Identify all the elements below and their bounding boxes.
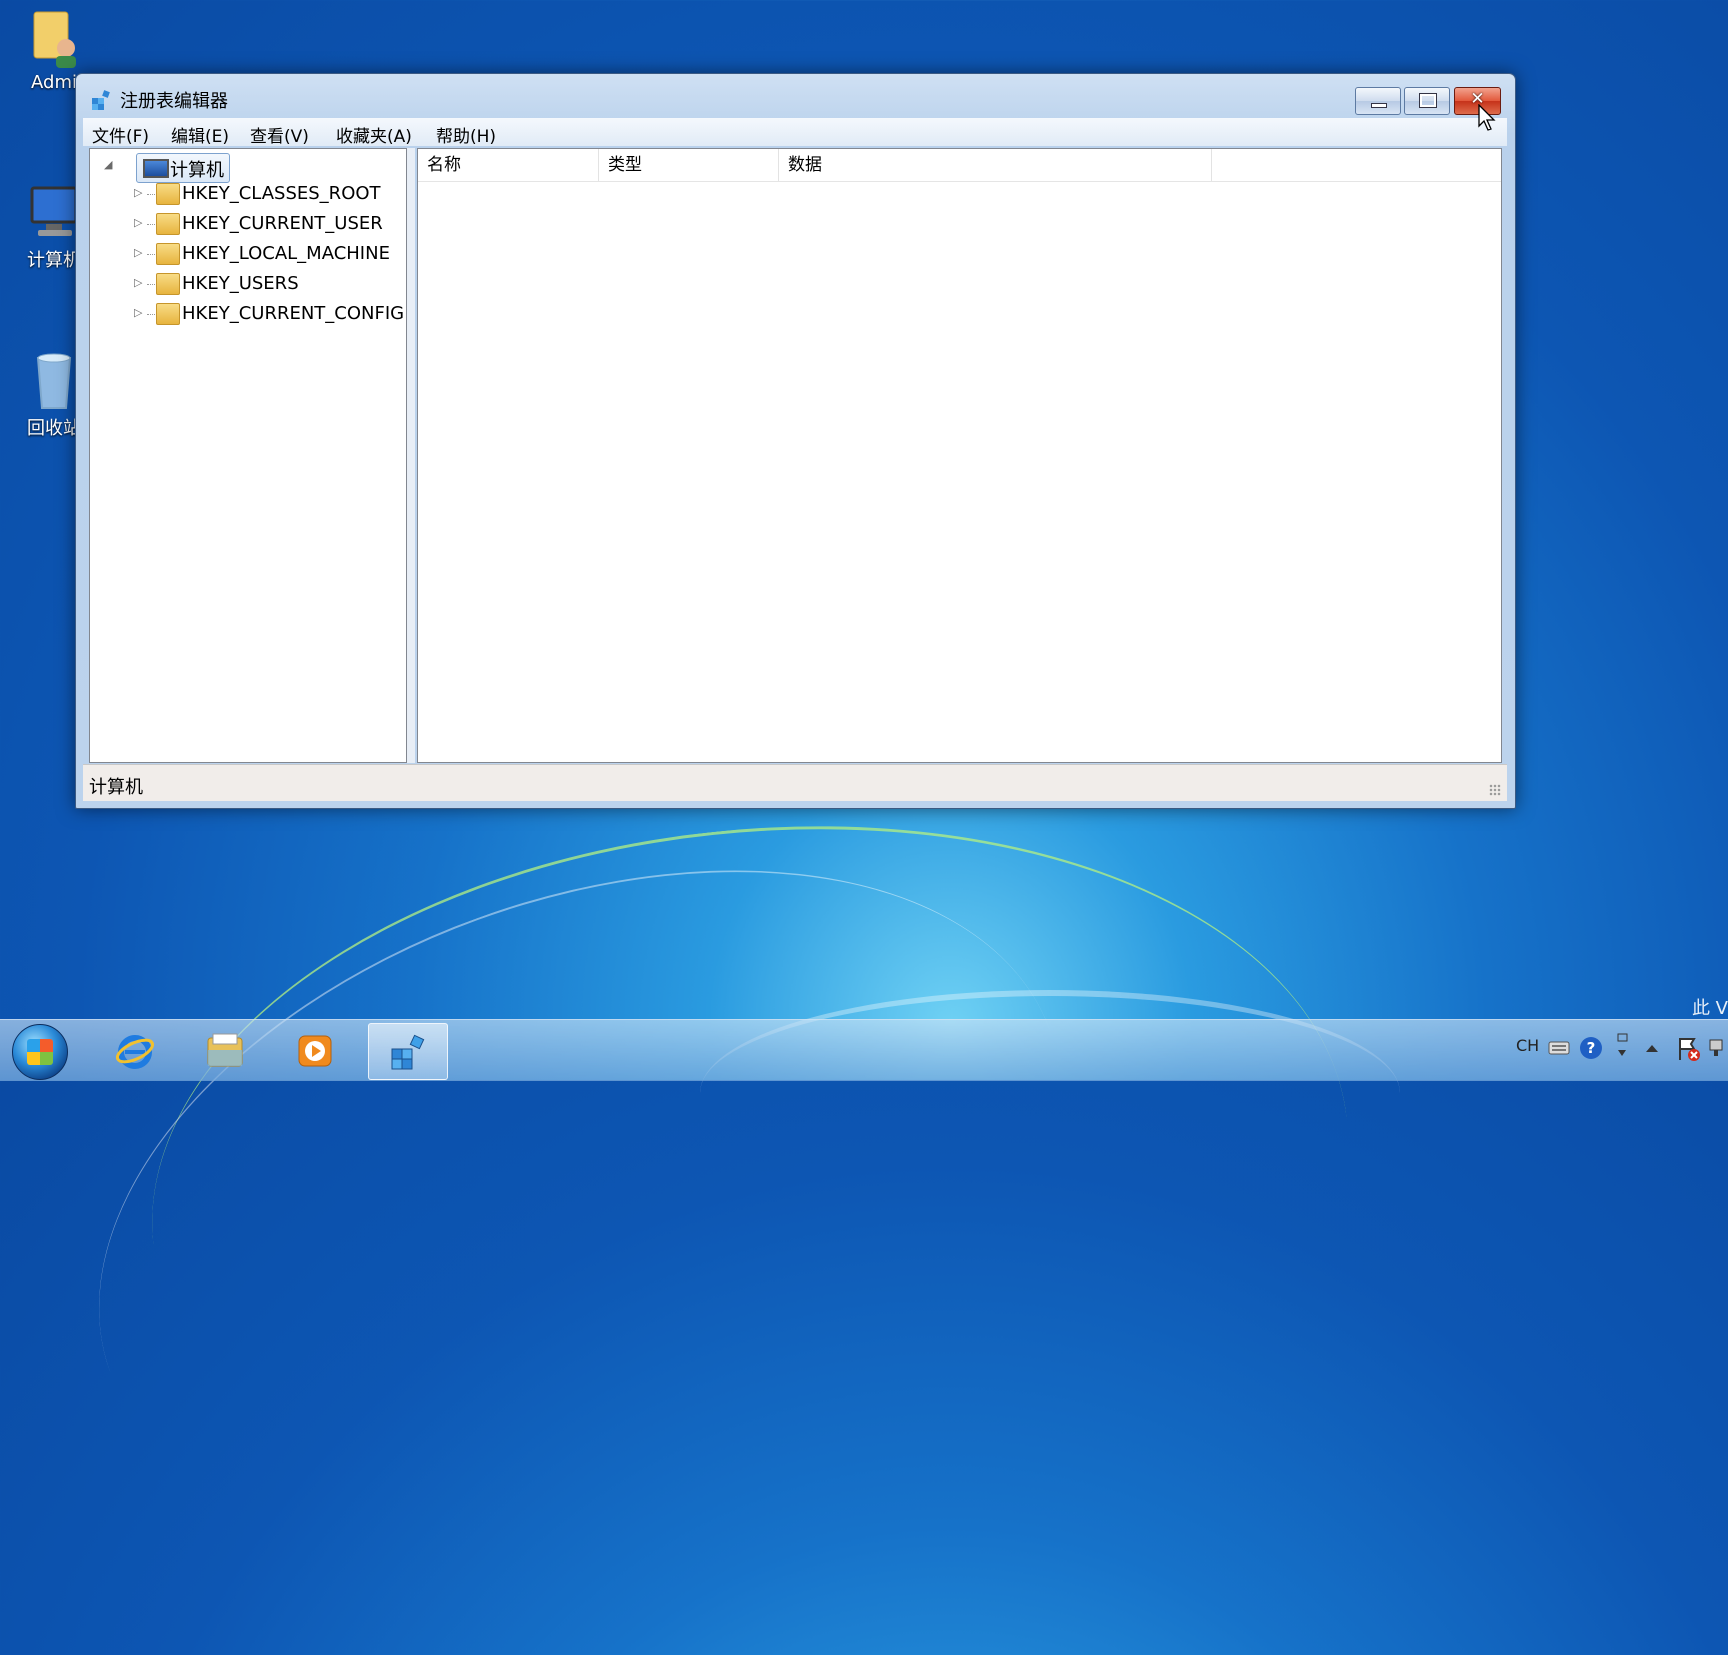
tree-root-computer[interactable]: ◢ 计算机 bbox=[104, 153, 394, 183]
activation-watermark: 此 V bbox=[1691, 998, 1728, 1019]
list-column-header: 名称 类型 数据 bbox=[418, 149, 1501, 182]
file-explorer-icon bbox=[207, 1033, 243, 1067]
column-header-type[interactable]: 类型 bbox=[599, 149, 779, 181]
tree-item-hkey-users[interactable]: ▷ HKEY_USERS bbox=[134, 272, 404, 298]
folder-icon bbox=[156, 213, 180, 235]
column-header-data[interactable]: 数据 bbox=[779, 149, 1212, 181]
regedit-icon bbox=[391, 1034, 425, 1070]
folder-icon bbox=[156, 303, 180, 325]
key-tree-pane[interactable]: ◢ 计算机 ▷ HKEY_CLASSES_ROOT ▷ HKEY_CURRENT… bbox=[89, 148, 407, 763]
status-path: 计算机 bbox=[89, 777, 143, 798]
mouse-cursor-icon bbox=[1478, 104, 1496, 131]
column-header-name[interactable]: 名称 bbox=[418, 149, 599, 181]
tree-connector bbox=[147, 284, 155, 285]
pane-splitter[interactable] bbox=[407, 148, 415, 763]
tree-item-label: HKEY_CLASSES_ROOT bbox=[182, 183, 381, 204]
computer-icon bbox=[143, 159, 169, 178]
keyboard-icon[interactable] bbox=[1548, 1040, 1570, 1056]
tree-connector bbox=[147, 194, 155, 195]
menu-favorites[interactable]: 收藏夹(A) bbox=[336, 122, 412, 147]
registry-editor-window[interactable]: 注册表编辑器 ✕ 文件(F) 编辑(E) 查看(V) 收藏夹(A) 帮助(H) … bbox=[75, 73, 1516, 809]
taskbar-file-explorer[interactable] bbox=[186, 1023, 264, 1078]
folder-icon bbox=[156, 243, 180, 265]
menu-edit[interactable]: 编辑(E) bbox=[171, 122, 229, 147]
tree-item-hkey-current-user[interactable]: ▷ HKEY_CURRENT_USER bbox=[134, 212, 404, 238]
desktop-icon-label: Admi bbox=[31, 72, 77, 93]
window-title: 注册表编辑器 bbox=[120, 91, 228, 112]
tree-item-hkey-current-config[interactable]: ▷ HKEY_CURRENT_CONFIG bbox=[134, 302, 404, 328]
menu-view[interactable]: 查看(V) bbox=[250, 122, 309, 147]
expand-arrow-icon[interactable]: ▷ bbox=[134, 216, 144, 230]
computer-icon bbox=[28, 182, 80, 242]
minimize-button[interactable] bbox=[1355, 87, 1401, 115]
expand-arrow-icon[interactable]: ▷ bbox=[134, 306, 144, 320]
ime-options-icon[interactable] bbox=[1614, 1032, 1630, 1062]
show-hidden-icons-icon[interactable] bbox=[1644, 1042, 1660, 1054]
desktop-icon-label: 计算机 bbox=[27, 250, 81, 271]
start-button[interactable] bbox=[12, 1024, 68, 1080]
taskbar: CH ? bbox=[0, 1019, 1728, 1081]
status-bar: 计算机 bbox=[83, 764, 1507, 801]
maximize-icon bbox=[1419, 93, 1437, 108]
desktop-icon-label: 回收站 bbox=[27, 418, 81, 439]
tree-item-hkey-local-machine[interactable]: ▷ HKEY_LOCAL_MACHINE bbox=[134, 242, 404, 268]
tree-item-label: HKEY_CURRENT_CONFIG bbox=[182, 303, 405, 324]
user-folder-icon bbox=[28, 8, 80, 68]
resize-grip-icon[interactable] bbox=[1489, 784, 1501, 796]
taskbar-registry-editor[interactable] bbox=[368, 1023, 448, 1080]
values-list-pane[interactable]: 名称 类型 数据 bbox=[417, 148, 1502, 763]
menu-bar: 文件(F) 编辑(E) 查看(V) 收藏夹(A) 帮助(H) bbox=[83, 118, 1507, 147]
tree-item-label: HKEY_USERS bbox=[182, 273, 299, 294]
tree-item-label: HKEY_CURRENT_USER bbox=[182, 213, 383, 234]
collapse-arrow-icon[interactable]: ◢ bbox=[104, 158, 114, 172]
maximize-button[interactable] bbox=[1404, 87, 1450, 115]
minimize-icon bbox=[1371, 103, 1387, 108]
action-center-flag-icon[interactable] bbox=[1676, 1036, 1702, 1062]
tree-root-selection[interactable]: 计算机 bbox=[136, 153, 230, 183]
expand-arrow-icon[interactable]: ▷ bbox=[134, 246, 144, 260]
recycle-bin-icon bbox=[28, 350, 80, 410]
media-player-icon bbox=[298, 1035, 332, 1067]
title-bar[interactable]: 注册表编辑器 ✕ bbox=[76, 74, 1515, 118]
internet-explorer-icon bbox=[115, 1035, 155, 1069]
folder-icon bbox=[156, 183, 180, 205]
help-icon[interactable]: ? bbox=[1580, 1037, 1602, 1059]
language-indicator[interactable]: CH bbox=[1516, 1036, 1539, 1055]
taskbar-internet-explorer[interactable] bbox=[96, 1023, 174, 1078]
menu-file[interactable]: 文件(F) bbox=[92, 122, 149, 147]
expand-arrow-icon[interactable]: ▷ bbox=[134, 276, 144, 290]
regedit-icon bbox=[90, 88, 112, 110]
taskbar-media-player[interactable] bbox=[276, 1023, 354, 1078]
tree-connector bbox=[147, 224, 155, 225]
folder-icon bbox=[156, 273, 180, 295]
network-icon[interactable] bbox=[1708, 1036, 1728, 1062]
tree-root-label: 计算机 bbox=[170, 160, 224, 181]
tree-item-label: HKEY_LOCAL_MACHINE bbox=[182, 243, 390, 264]
expand-arrow-icon[interactable]: ▷ bbox=[134, 186, 144, 200]
windows-logo-icon bbox=[27, 1039, 53, 1065]
tree-connector bbox=[147, 254, 155, 255]
tree-connector bbox=[147, 314, 155, 315]
menu-help[interactable]: 帮助(H) bbox=[436, 122, 496, 147]
tree-item-hkey-classes-root[interactable]: ▷ HKEY_CLASSES_ROOT bbox=[134, 182, 404, 208]
